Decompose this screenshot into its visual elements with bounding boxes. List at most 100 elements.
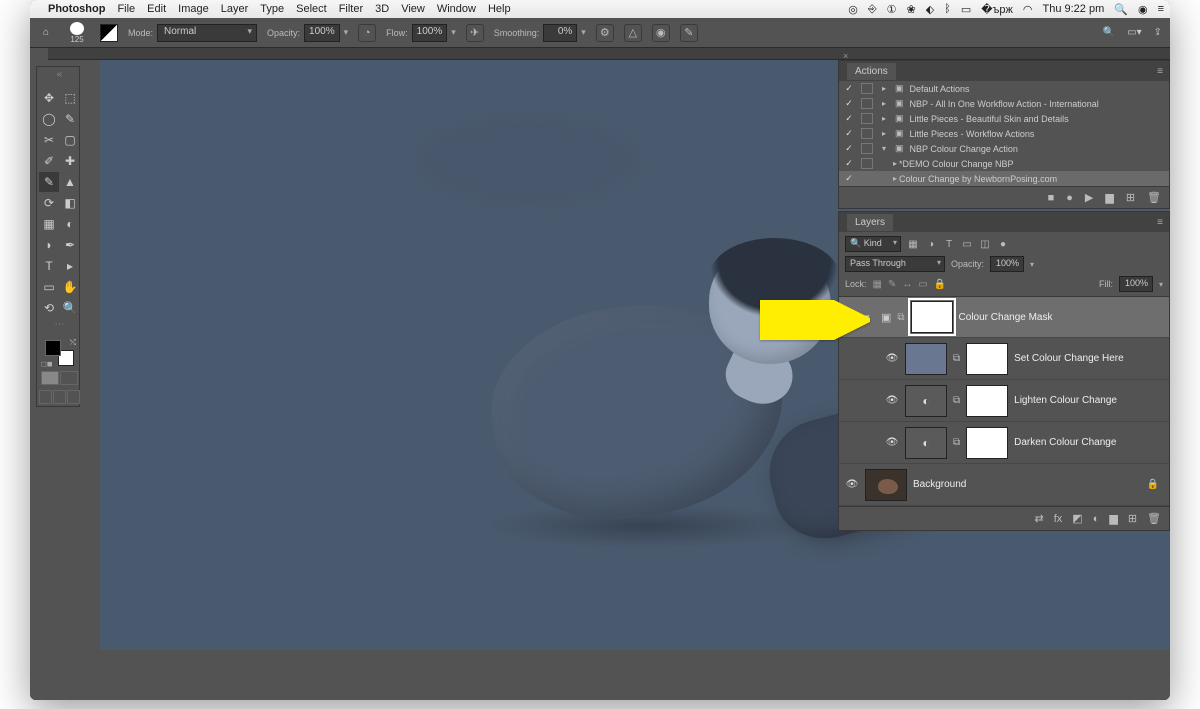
foreground-color-swatch[interactable] xyxy=(45,340,61,356)
status-icon[interactable]: ⎆ xyxy=(868,3,877,16)
visibility-icon[interactable]: 👁 xyxy=(885,353,899,364)
dialog-toggle-icon[interactable] xyxy=(861,83,873,94)
wifi-icon[interactable]: ◠ xyxy=(1023,3,1033,16)
search-icon[interactable]: 🔍 xyxy=(1103,27,1115,38)
layer-filter-kind-select[interactable]: 🔍 Kind xyxy=(845,236,901,252)
layer-thumbnail[interactable] xyxy=(905,343,947,375)
checkmark-icon[interactable]: ✓ xyxy=(843,158,855,169)
home-icon[interactable]: ⌂ xyxy=(38,25,54,41)
spotlight-icon[interactable]: 🔍 xyxy=(1114,3,1128,16)
new-group-button[interactable]: ▆ xyxy=(1109,512,1117,525)
blend-mode-select[interactable]: Pass Through xyxy=(845,256,945,272)
layers-tab[interactable]: Layers xyxy=(847,214,893,231)
chevron-down-icon[interactable]: ▾ xyxy=(581,27,586,38)
visibility-icon[interactable]: 👁 xyxy=(885,437,899,448)
screen-mode-icon[interactable] xyxy=(53,390,66,404)
disclosure-icon[interactable]: ▾ xyxy=(879,144,889,153)
history-brush-tool[interactable]: ⟳ xyxy=(39,193,59,213)
symmetry-icon[interactable]: ✎ xyxy=(680,24,698,42)
eyedropper-tool[interactable]: ✐ xyxy=(39,151,59,171)
dialog-toggle-icon[interactable] xyxy=(861,128,873,139)
delete-layer-button[interactable]: 🗑 xyxy=(1147,512,1161,525)
flow-input[interactable]: 100% xyxy=(412,24,448,42)
siri-icon[interactable]: ◉ xyxy=(1138,3,1148,16)
disclosure-icon[interactable]: ▸ xyxy=(879,99,889,108)
action-row[interactable]: ✓▸▣Little Pieces - Beautiful Skin and De… xyxy=(839,111,1169,126)
opacity-input[interactable]: 100% xyxy=(304,24,340,42)
filter-type-icon[interactable]: T xyxy=(943,239,955,250)
blur-tool[interactable]: ◐ xyxy=(60,214,80,234)
panel-menu-icon[interactable]: ≡ xyxy=(1157,66,1163,77)
fill-input[interactable]: 100% xyxy=(1119,276,1153,292)
menu-window[interactable]: Window xyxy=(437,3,476,15)
smoothing-input[interactable]: 0% xyxy=(543,24,577,42)
display-icon[interactable]: ▭ xyxy=(961,3,971,16)
gradient-tool[interactable]: ▦ xyxy=(39,214,59,234)
wifi-icon[interactable]: �ърж xyxy=(981,3,1013,16)
dodge-tool[interactable]: ◗ xyxy=(39,235,59,255)
menu-file[interactable]: File xyxy=(117,3,135,15)
share-icon[interactable]: ⇪ xyxy=(1154,27,1162,38)
swap-colors-icon[interactable]: ⤭ xyxy=(70,338,76,348)
panel-menu-icon[interactable]: ≡ xyxy=(1157,217,1163,228)
screen-mode-icon[interactable] xyxy=(67,390,80,404)
layer-name[interactable]: Colour Change Mask xyxy=(959,312,1163,323)
layer-row[interactable]: 👁Background🔒 xyxy=(839,464,1169,506)
status-icon[interactable]: ① xyxy=(887,3,897,16)
delete-button[interactable]: 🗑 xyxy=(1147,191,1161,204)
action-row[interactable]: ✓▸*DEMO Colour Change NBP xyxy=(839,156,1169,171)
checkmark-icon[interactable]: ✓ xyxy=(843,128,855,139)
tab-handle-icon[interactable] xyxy=(30,48,48,60)
action-row[interactable]: ✓▾▣NBP Colour Change Action xyxy=(839,141,1169,156)
adjustment-layer-button[interactable]: ◐ xyxy=(1093,513,1100,525)
pressure-size-icon[interactable]: ◉ xyxy=(652,24,670,42)
disclosure-icon[interactable]: ▸ xyxy=(879,84,889,93)
filter-toggle-icon[interactable]: ● xyxy=(997,239,1009,250)
bluetooth-icon[interactable]: ᛒ xyxy=(944,3,951,15)
close-icon[interactable]: × xyxy=(843,51,848,61)
standard-mode-icon[interactable] xyxy=(41,371,59,385)
menubar-clock[interactable]: Thu 9:22 pm xyxy=(1043,3,1105,15)
layer-mask-thumbnail[interactable] xyxy=(966,385,1008,417)
zoom-tool[interactable]: 🔍 xyxy=(60,298,80,318)
dropbox-icon[interactable]: ⬖ xyxy=(926,3,934,16)
color-swatches[interactable]: ⤭ ◻◼ xyxy=(39,338,80,368)
crop-tool[interactable]: ✂ xyxy=(39,130,59,150)
disclosure-icon[interactable]: ▸ xyxy=(879,129,889,138)
menu-layer[interactable]: Layer xyxy=(221,3,249,15)
play-button[interactable]: ▶ xyxy=(1085,191,1093,204)
layer-mask-thumbnail[interactable] xyxy=(966,427,1008,459)
status-icon[interactable]: ❀ xyxy=(907,3,916,16)
layer-name[interactable]: Set Colour Change Here xyxy=(1014,353,1163,364)
disclosure-icon[interactable]: ▸ xyxy=(879,174,893,183)
layer-opacity-input[interactable]: 100% xyxy=(990,256,1024,272)
menu-edit[interactable]: Edit xyxy=(147,3,166,15)
notifications-icon[interactable]: ≡ xyxy=(1158,3,1164,15)
brush-panel-toggle-icon[interactable] xyxy=(100,24,118,42)
new-set-button[interactable]: ▆ xyxy=(1105,191,1113,204)
chevron-down-icon[interactable]: ▾ xyxy=(344,27,349,38)
default-colors-icon[interactable]: ◻◼ xyxy=(41,360,53,368)
action-row[interactable]: ✓▸Colour Change by NewbornPosing.com xyxy=(839,171,1169,186)
clone-tool[interactable]: ▲ xyxy=(60,172,80,192)
marquee-tool[interactable]: ⬚ xyxy=(60,88,80,108)
brush-tool[interactable]: ✎ xyxy=(39,172,59,192)
disclosure-icon[interactable]: ▸ xyxy=(879,114,889,123)
edit-toolbar-icon[interactable]: ⋯ xyxy=(39,319,80,337)
workspace-switcher-icon[interactable]: ▭▾ xyxy=(1127,27,1141,38)
lasso-tool[interactable]: ◯ xyxy=(39,109,59,129)
screen-mode-icon[interactable] xyxy=(39,390,52,404)
eraser-tool[interactable]: ◧ xyxy=(60,193,80,213)
menu-help[interactable]: Help xyxy=(488,3,511,15)
chevron-down-icon[interactable]: ▾ xyxy=(865,312,875,323)
airbrush-icon[interactable]: ✈ xyxy=(466,24,484,42)
action-row[interactable]: ✓▸▣Little Pieces - Workflow Actions xyxy=(839,126,1169,141)
layer-style-button[interactable]: fx xyxy=(1054,513,1063,525)
layer-name[interactable]: Background xyxy=(913,479,1141,490)
adjustment-icon[interactable]: ◐ xyxy=(905,385,947,417)
rotate-view-tool[interactable]: ⟲ xyxy=(39,298,59,318)
healing-tool[interactable]: ✚ xyxy=(60,151,80,171)
layer-row[interactable]: 👁⧉Set Colour Change Here xyxy=(839,338,1169,380)
dialog-toggle-icon[interactable] xyxy=(861,158,873,169)
lock-position-icon[interactable]: ↔ xyxy=(902,279,912,290)
